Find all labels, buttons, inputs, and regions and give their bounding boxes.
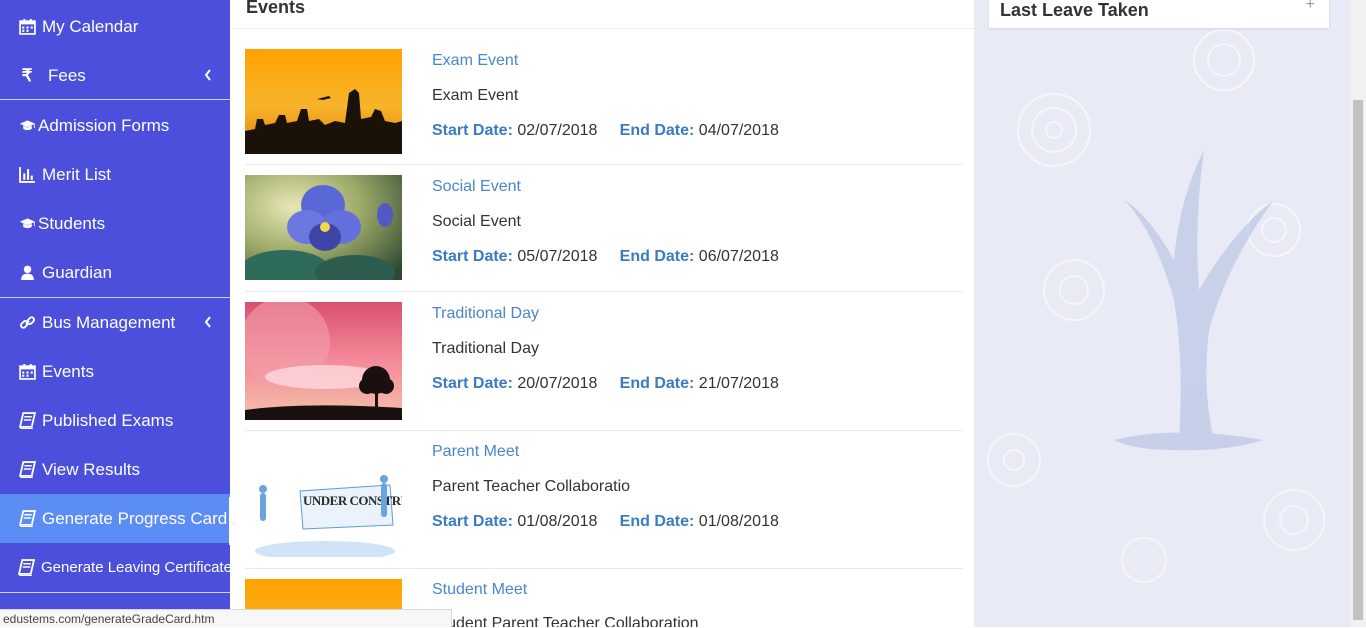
under-construction-label: UNDER CONSTRUCTION — [303, 493, 402, 508]
start-date-value: 02/07/2018 — [517, 122, 598, 139]
bar-chart-icon — [18, 166, 36, 184]
book-icon — [18, 510, 36, 528]
rupee-icon: ₹ — [21, 65, 33, 85]
sidebar-item-generate-leaving-certificate[interactable]: Generate Leaving Certificate — [0, 543, 230, 592]
events-panel: Events Exam Event Exam Event Start Date:… — [234, 0, 974, 627]
start-date-value: 20/07/2018 — [517, 375, 598, 392]
scrollbar-thumb[interactable] — [1353, 100, 1363, 620]
sidebar-item-label: Admission Forms — [38, 115, 170, 135]
event-title-link[interactable]: Exam Event — [432, 52, 518, 70]
link-icon — [18, 314, 36, 332]
sidebar-item-events[interactable]: Events — [0, 347, 230, 396]
expand-plus-icon[interactable]: + — [1306, 0, 1315, 14]
sidebar-item-merit-list[interactable]: Merit List — [0, 150, 230, 199]
end-date-value: 21/07/2018 — [698, 375, 779, 392]
sidebar-divider — [0, 99, 230, 100]
sidebar-item-published-exams[interactable]: Published Exams — [0, 396, 230, 445]
user-icon — [18, 264, 36, 282]
event-thumbnail[interactable] — [245, 49, 402, 154]
last-leave-title: Last Leave Taken — [1000, 0, 1149, 20]
sidebar-item-generate-progress-card[interactable]: Generate Progress Card — [0, 494, 230, 543]
right-panel: Last Leave Taken + — [974, 0, 1350, 627]
event-title-link[interactable]: Social Event — [432, 178, 521, 196]
event-description: Traditional Day — [432, 340, 540, 357]
start-date-label: Start Date: — [432, 375, 513, 392]
sidebar-item-label: Events — [42, 361, 94, 381]
event-description: Exam Event — [432, 87, 519, 104]
start-date-label: Start Date: — [432, 122, 513, 139]
book-icon — [18, 412, 36, 430]
sidebar-item-admission-forms[interactable]: Admission Forms — [0, 101, 230, 150]
end-date-value: 06/07/2018 — [698, 248, 779, 265]
end-date-label: End Date: — [619, 375, 695, 392]
sidebar-item-label: Bus Management — [42, 312, 176, 332]
sidebar-item-label: Guardian — [42, 262, 112, 282]
chevron-left-icon — [204, 69, 211, 81]
floral-background — [987, 29, 1325, 583]
sidebar-item-students[interactable]: Students — [0, 199, 230, 248]
event-thumbnail[interactable] — [245, 302, 402, 420]
end-date-value: 04/07/2018 — [698, 122, 779, 139]
event-description: Parent Teacher Collaboratio — [432, 478, 631, 495]
sidebar-item-label: Merit List — [42, 164, 111, 184]
event-dates: Start Date: 20/07/2018 End Date: 21/07/2… — [432, 375, 779, 393]
event-description: Social Event — [432, 213, 521, 230]
sidebar-item-label: Students — [38, 213, 106, 233]
end-date-label: End Date: — [619, 122, 695, 139]
end-date-label: End Date: — [619, 513, 695, 530]
start-date-value: 05/07/2018 — [517, 248, 598, 265]
status-url-bar: edustems.com/generateGradeCard.htm — [0, 609, 452, 627]
event-title-link[interactable]: Student Meet — [432, 581, 527, 599]
start-date-label: Start Date: — [432, 248, 513, 265]
sidebar-item-label: Generate Progress Card — [42, 508, 228, 528]
page-scrollbar[interactable] — [1350, 0, 1366, 627]
sidebar-item-label: Fees — [48, 65, 86, 85]
last-leave-card: Last Leave Taken + — [989, 0, 1329, 28]
book-icon — [18, 461, 36, 479]
chevron-left-icon — [204, 316, 211, 328]
event-description: Student Parent Teacher Collaboration — [432, 615, 699, 627]
sidebar-item-label: My Calendar — [42, 16, 139, 36]
start-date-value: 01/08/2018 — [517, 513, 598, 530]
sidebar-item-view-results[interactable]: View Results — [0, 445, 230, 494]
sidebar: My Calendar ₹ Fees Admission Forms Merit… — [0, 0, 230, 627]
event-dates: Start Date: 01/08/2018 End Date: 01/08/2… — [432, 513, 779, 531]
event-item: Traditional Day Traditional Day Start Da… — [245, 292, 963, 431]
event-thumbnail[interactable] — [245, 175, 402, 280]
sidebar-item-label: View Results — [42, 459, 140, 479]
sidebar-item-fees[interactable]: ₹ Fees — [0, 51, 230, 100]
sidebar-item-label: Published Exams — [42, 410, 174, 430]
events-header: Events — [234, 0, 974, 29]
sidebar-divider — [0, 592, 230, 593]
sidebar-item-guardian[interactable]: Guardian — [0, 248, 230, 297]
event-dates: Start Date: 02/07/2018 End Date: 04/07/2… — [432, 122, 779, 140]
sidebar-item-bus-management[interactable]: Bus Management — [0, 298, 230, 347]
graduation-cap-icon — [18, 117, 36, 135]
event-title-link[interactable]: Parent Meet — [432, 443, 519, 461]
end-date-label: End Date: — [619, 248, 695, 265]
event-item: Social Event Social Event Start Date: 05… — [245, 165, 963, 292]
event-thumbnail[interactable]: UNDER CONSTRUCTION — [245, 443, 402, 557]
book-icon — [18, 559, 35, 577]
calendar-icon — [18, 363, 36, 381]
sidebar-item-label: Generate Leaving Certificate — [41, 559, 230, 576]
page-title: Events — [246, 0, 306, 17]
event-item: Exam Event Exam Event Start Date: 02/07/… — [245, 40, 963, 165]
event-item: UNDER CONSTRUCTION Parent Meet Parent Te… — [245, 431, 963, 569]
calendar-icon — [18, 18, 36, 36]
end-date-value: 01/08/2018 — [698, 513, 779, 530]
event-dates: Start Date: 05/07/2018 End Date: 06/07/2… — [432, 248, 779, 266]
event-title-link[interactable]: Traditional Day — [432, 305, 539, 323]
sidebar-item-my-calendar[interactable]: My Calendar — [0, 2, 230, 51]
graduation-cap-icon — [18, 215, 36, 233]
start-date-label: Start Date: — [432, 513, 513, 530]
